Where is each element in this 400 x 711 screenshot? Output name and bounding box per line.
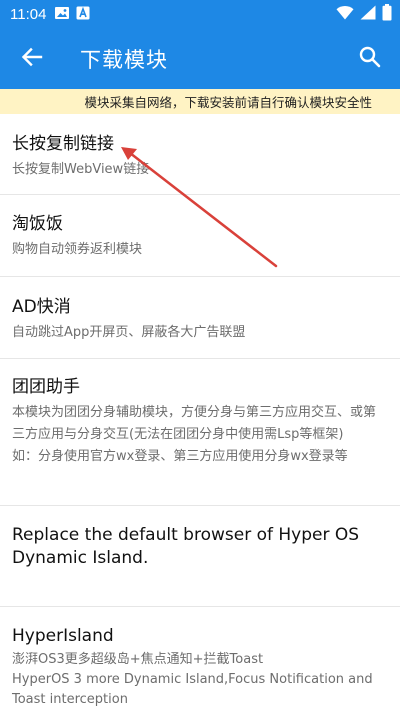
module-title: HyperIsland (12, 626, 114, 646)
module-title: 团团助手 (12, 377, 80, 397)
wifi-icon (336, 5, 354, 24)
module-list: 长按复制链接 长按复制WebView链接 淘饭饭 购物自动领券返利模块 AD快消… (0, 114, 400, 711)
notice-banner: 模块采集自网络，下载安装前请自行确认模块安全性 (0, 89, 400, 114)
status-time: 11:04 (10, 5, 47, 23)
search-icon (359, 46, 381, 72)
module-item-copy-link[interactable]: 长按复制链接 长按复制WebView链接 (0, 114, 400, 195)
notice-text: 模块采集自网络，下载安装前请自行确认模块安全性 (84, 95, 372, 110)
module-description: 购物自动领券返利模块 (12, 242, 143, 257)
module-description: 自动跳过App开屏页、屏蔽各大广告联盟 (12, 325, 246, 340)
page-title: 下载模块 (80, 47, 168, 72)
module-description: 澎湃OS3更多超级岛+焦点通知+拦截Toast HyperOS 3 more D… (12, 652, 373, 707)
module-item-hyperos-browser[interactable]: Replace the default browser of Hyper OS … (0, 506, 400, 607)
app-bar: 下载模块 (0, 28, 400, 89)
module-title: Replace the default browser of Hyper OS … (12, 525, 360, 568)
back-button[interactable] (4, 28, 60, 89)
battery-icon (382, 3, 392, 25)
module-item-taofanfan[interactable]: 淘饭饭 购物自动领券返利模块 (0, 195, 400, 277)
module-item-hyperisland[interactable]: HyperIsland 澎湃OS3更多超级岛+焦点通知+拦截Toast Hype… (0, 607, 400, 711)
arrow-left-icon (21, 46, 43, 72)
search-button[interactable] (342, 28, 398, 89)
a-box-icon (76, 5, 90, 24)
status-bar: 11:04 (0, 0, 400, 28)
module-title: AD快消 (12, 297, 71, 317)
signal-icon (360, 5, 376, 24)
module-item-ad-skip[interactable]: AD快消 自动跳过App开屏页、屏蔽各大广告联盟 (0, 277, 400, 359)
module-title: 淘饭饭 (12, 214, 63, 234)
module-title: 长按复制链接 (12, 134, 114, 154)
module-description: 长按复制WebView链接 (12, 162, 150, 177)
image-icon (54, 5, 70, 24)
module-item-tuantuan-helper[interactable]: 团团助手 本模块为团团分身辅助模块，方便分身与第三方应用交互、或第三方应用与分身… (0, 359, 400, 506)
module-description: 本模块为团团分身辅助模块，方便分身与第三方应用交互、或第三方应用与分身交互(无法… (12, 405, 377, 464)
